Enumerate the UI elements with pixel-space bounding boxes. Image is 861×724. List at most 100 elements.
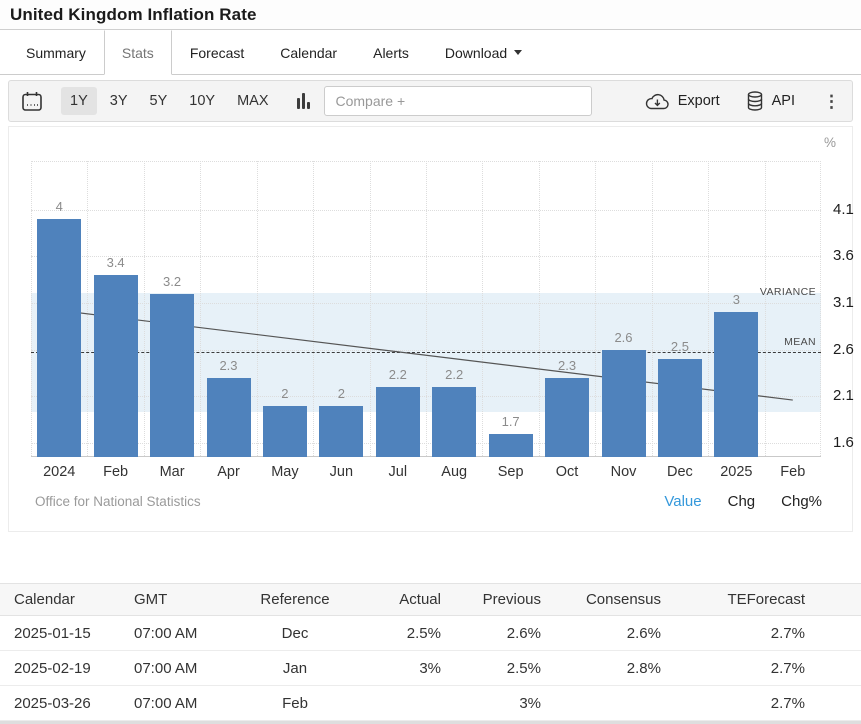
x-axis-label: Feb [86,464,146,480]
y-tick-label: 3.1 [833,294,861,311]
tab-download[interactable]: Download [427,30,540,75]
bar-nov [602,350,646,457]
tab-forecast[interactable]: Forecast [172,30,262,75]
api-database-icon [746,91,764,111]
x-axis-label: Mar [142,464,202,480]
x-axis-label: Jul [368,464,428,480]
x-axis-label: 2024 [29,464,89,480]
mode-link-chg[interactable]: Chg [728,493,756,510]
bar-value-label: 2.6 [599,330,649,345]
range-button-10y[interactable]: 10Y [180,87,224,115]
x-axis-label: Aug [424,464,484,480]
export-cloud-icon [645,93,670,110]
bar-chart-plot: VARIANCEMEAN420243.4Feb3.2Mar2.3Apr2May2… [31,161,821,457]
table-cell: 2025-01-15 [0,625,130,642]
table-row: 2025-03-2607:00 AMFeb3%2.7% [0,686,861,721]
api-label: API [772,93,795,109]
range-button-max[interactable]: MAX [228,87,277,115]
bar-value-label: 2 [316,386,366,401]
column-header-calendar: Calendar [0,591,130,608]
table-cell: 3% [445,695,545,712]
column-header-reference: Reference [240,591,350,608]
x-axis-label: Nov [594,464,654,480]
tab-stats[interactable]: Stats [104,30,172,75]
bar-aug [432,387,476,457]
table-row: 2025-02-1907:00 AMJan3%2.5%2.8%2.7% [0,651,861,686]
x-axis-label: Dec [650,464,710,480]
bar-value-label: 4 [34,199,84,214]
column-header-previous: Previous [445,591,545,608]
tab-label: Summary [26,45,86,61]
bar-value-label: 2.5 [655,339,705,354]
title-bar: United Kingdom Inflation Rate [0,0,861,30]
api-button[interactable]: API [746,91,795,111]
column-header-teforecast: TEForecast [665,591,861,608]
bar-2025 [714,312,758,457]
y-axis-unit: % [824,135,836,150]
bar-may [263,406,307,457]
export-button[interactable]: Export [645,93,720,110]
bar-value-label: 2.2 [429,367,479,382]
bar-jul [376,387,420,457]
calendar-icon[interactable] [21,91,43,112]
calendar-table: CalendarGMTReferenceActualPreviousConsen… [0,583,861,721]
y-tick-label: 2.1 [833,387,861,404]
x-axis-label: Sep [481,464,541,480]
bar-value-label: 2 [260,386,310,401]
bar-value-label: 2.2 [373,367,423,382]
table-cell: 2.8% [545,660,665,677]
compare-input[interactable] [324,86,592,116]
bar-jun [319,406,363,457]
bar-feb [94,275,138,457]
bar-value-label: 2.3 [542,358,592,373]
toolbar-wrap: 1Y3Y5Y10YMAX Export [0,75,861,126]
tab-label: Download [445,45,507,61]
tab-label: Alerts [373,45,409,61]
bar-2024 [37,219,81,457]
chart-type-icon[interactable] [297,93,310,109]
mode-link-value[interactable]: Value [664,493,701,510]
table-cell: 2.7% [665,660,861,677]
source-attribution: Office for National Statistics [35,494,201,509]
x-axis-label: Oct [537,464,597,480]
table-row: 2025-01-1507:00 AMDec2.5%2.6%2.6%2.7% [0,616,861,651]
column-header-gmt: GMT [130,591,240,608]
x-axis-label: May [255,464,315,480]
bar-mar [150,294,194,457]
bar-value-label: 2.3 [204,358,254,373]
x-axis-label: 2025 [706,464,766,480]
y-tick-label: 1.6 [833,434,861,451]
bar-value-label: 3.4 [91,255,141,270]
y-tick-label: 3.6 [833,247,861,264]
more-options-icon[interactable]: ⋮ [823,93,840,110]
range-button-3y[interactable]: 3Y [101,87,137,115]
table-cell: Jan [240,660,350,677]
page-title: United Kingdom Inflation Rate [10,5,851,25]
mode-link-chgpct[interactable]: Chg% [781,493,822,510]
table-cell: Feb [240,695,350,712]
tab-summary[interactable]: Summary [8,30,104,75]
bar-sep [489,434,533,457]
y-tick-label: 2.6 [833,341,861,358]
range-button-1y[interactable]: 1Y [61,87,97,115]
x-axis-label: Apr [199,464,259,480]
table-cell: 2.7% [665,695,861,712]
x-axis-label: Feb [763,464,823,480]
range-button-5y[interactable]: 5Y [141,87,177,115]
chart-toolbar: 1Y3Y5Y10YMAX Export [8,80,853,122]
table-cell: 2.5% [350,625,445,642]
table-cell: 2.6% [445,625,545,642]
x-axis-label: Jun [311,464,371,480]
tab-alerts[interactable]: Alerts [355,30,427,75]
table-cell: 07:00 AM [130,660,240,677]
chart-card: % VARIANCEMEAN420243.4Feb3.2Mar2.3Apr2Ma… [8,126,853,532]
bar-oct [545,378,589,457]
bar-value-label: 3.2 [147,274,197,289]
tab-calendar[interactable]: Calendar [262,30,355,75]
bar-value-label: 3 [711,292,761,307]
tab-label: Calendar [280,45,337,61]
table-cell: 2025-03-26 [0,695,130,712]
tab-label: Stats [122,45,154,61]
bar-dec [658,359,702,457]
table-cell: Dec [240,625,350,642]
